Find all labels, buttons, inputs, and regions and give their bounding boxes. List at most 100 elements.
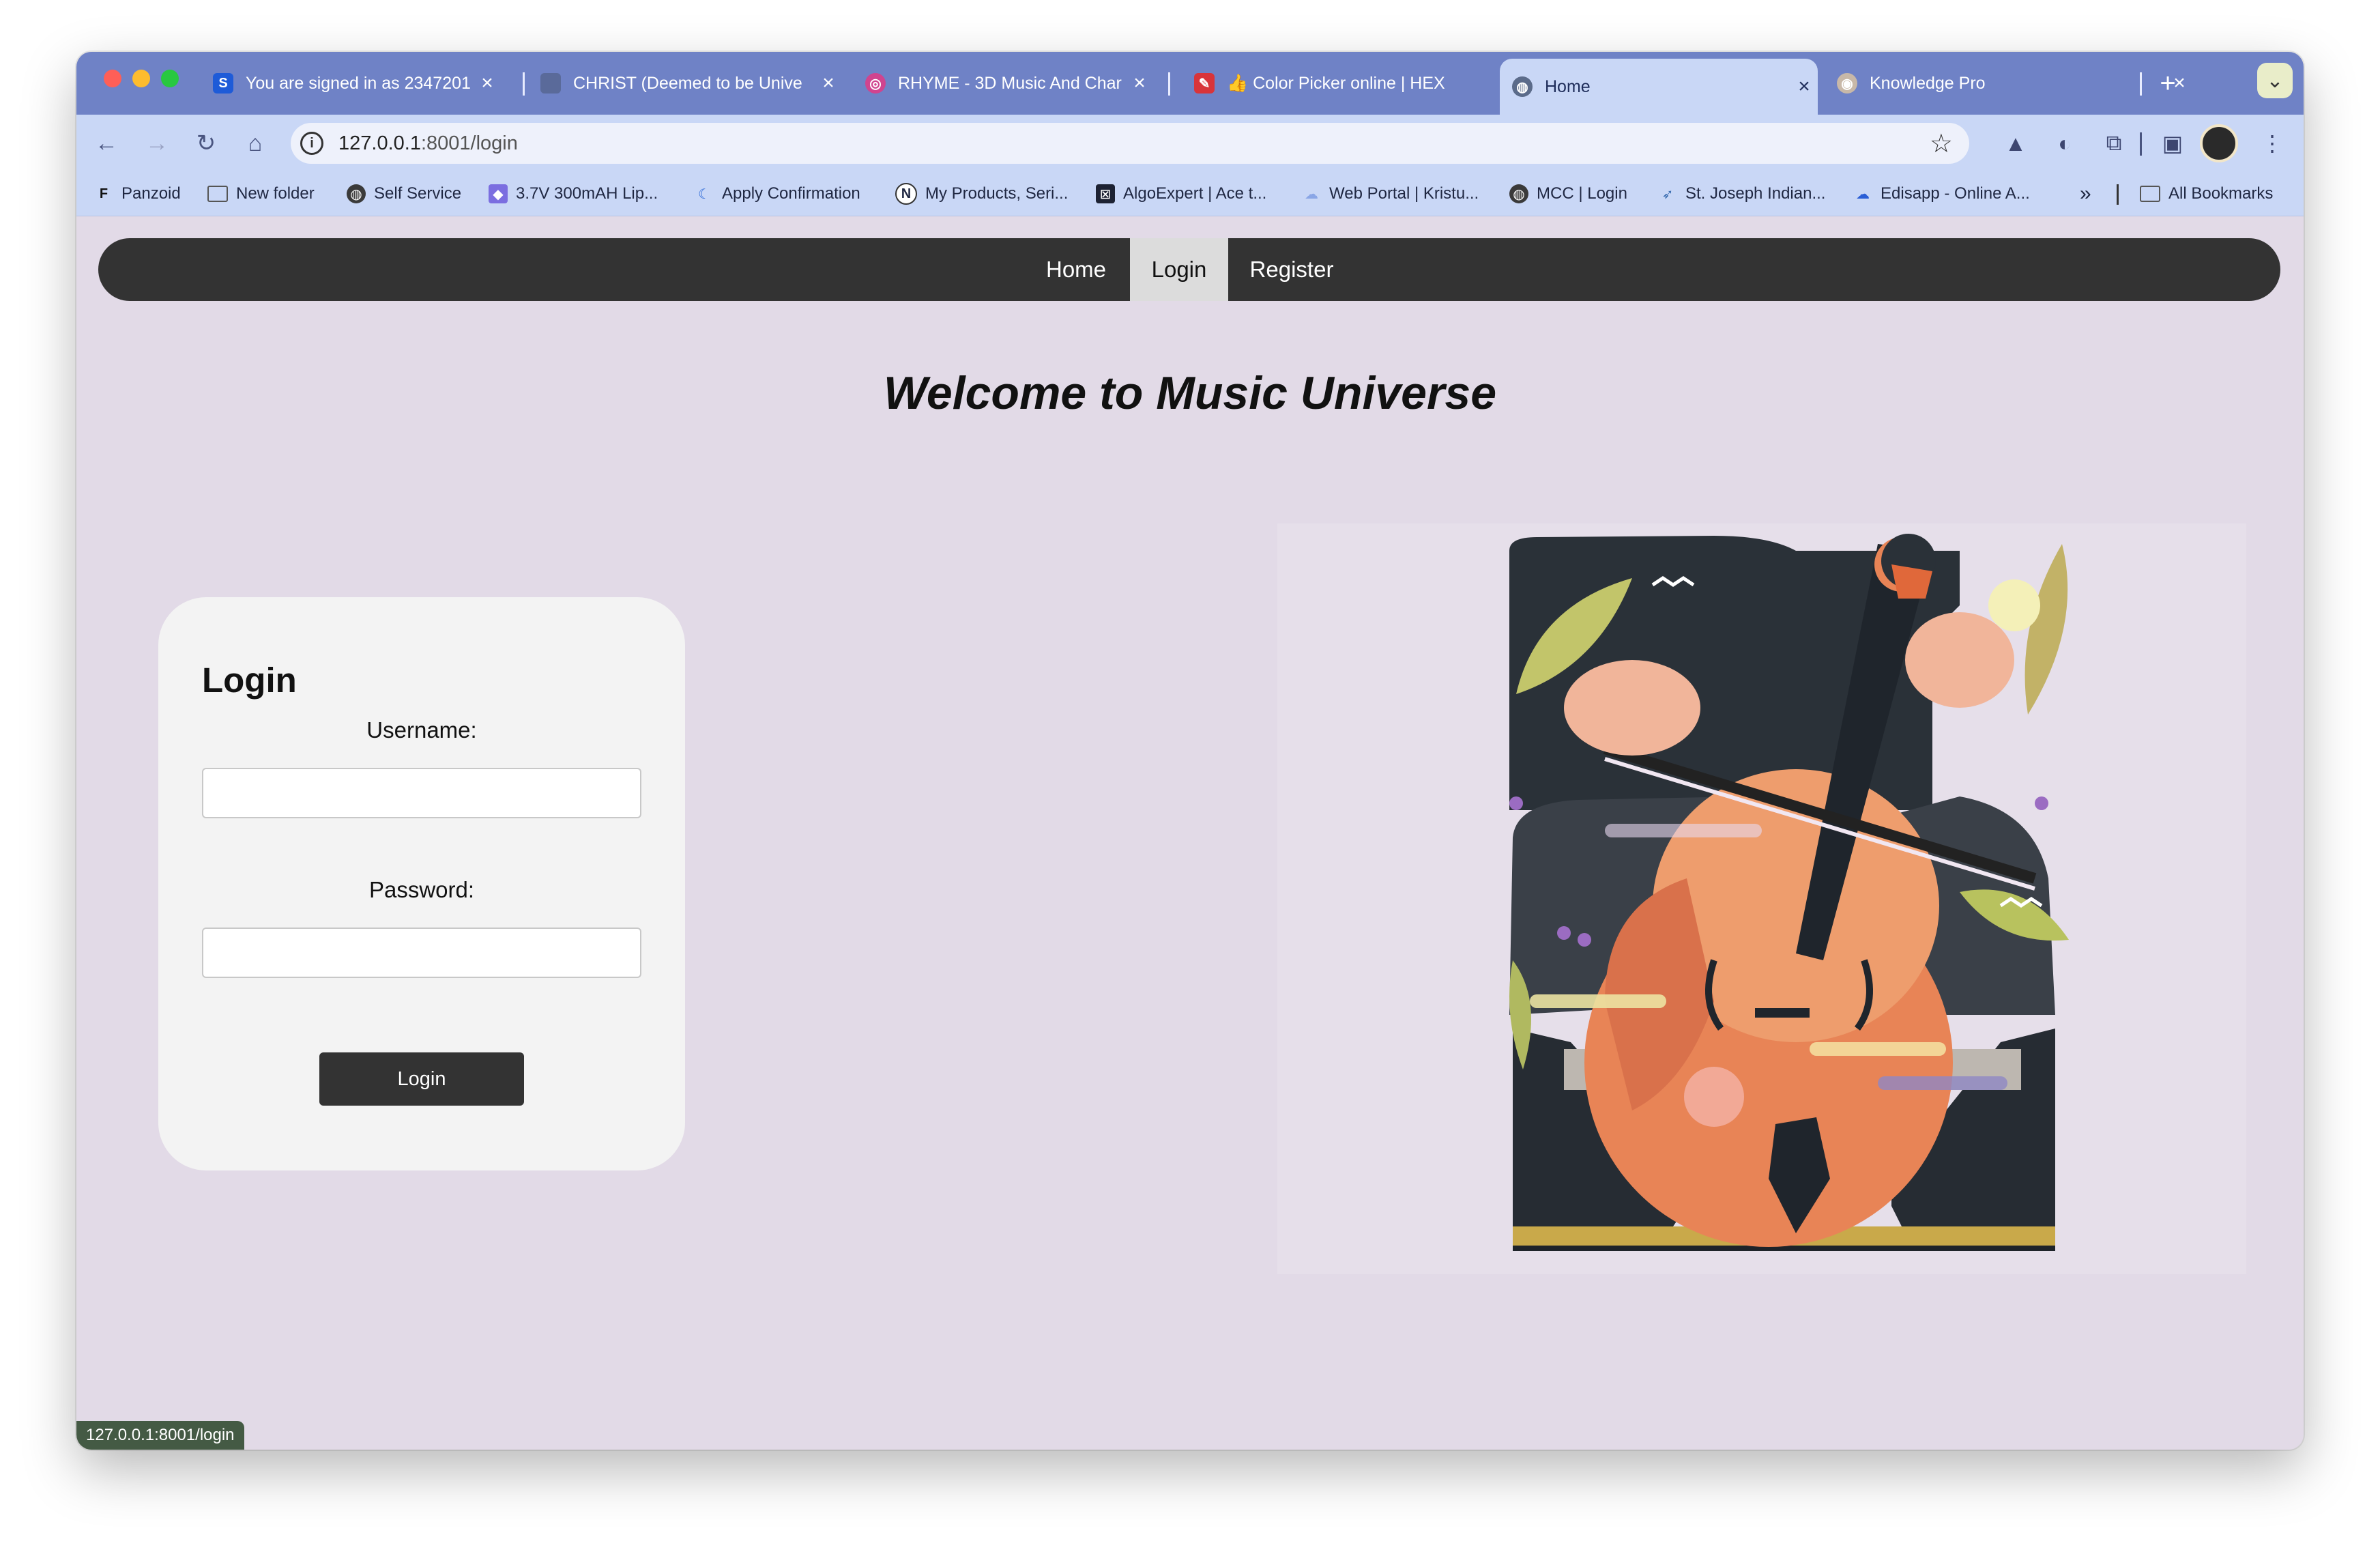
side-panel-icon[interactable]: ▣ bbox=[2158, 128, 2188, 158]
login-submit-button[interactable]: Login bbox=[319, 1052, 524, 1106]
close-tab-icon[interactable]: × bbox=[815, 72, 842, 95]
maximize-window-dot[interactable] bbox=[161, 70, 179, 87]
browser-toolbar: ← → ↻ ⌂ i 127.0.0.1:8001/login ☆ ▲ ◐ ⧉ ▣… bbox=[76, 115, 2304, 172]
bookmark-panzoid[interactable]: F Panzoid bbox=[94, 182, 181, 206]
tab-separator bbox=[1168, 72, 1170, 96]
tab-christ[interactable]: CHRIST (Deemed to be Unive × bbox=[528, 61, 842, 105]
close-tab-icon[interactable]: × bbox=[1126, 72, 1153, 95]
tab-rhyme[interactable]: ◎ RHYME - 3D Music And Char × bbox=[853, 61, 1153, 105]
minimize-window-dot[interactable] bbox=[132, 70, 150, 87]
bookmark-label: Panzoid bbox=[121, 184, 181, 203]
forward-arrow-icon[interactable]: → bbox=[141, 127, 173, 160]
extensions-puzzle-icon[interactable]: ⧉ bbox=[2099, 128, 2129, 158]
password-label: Password: bbox=[368, 877, 475, 902]
left-hand bbox=[1564, 660, 1700, 756]
reload-icon[interactable]: ↻ bbox=[190, 127, 222, 160]
address-bar[interactable]: i 127.0.0.1:8001/login ☆ bbox=[291, 123, 1969, 164]
browser-window: S You are signed in as 2347201 × CHRIST … bbox=[76, 52, 2304, 1450]
berry bbox=[1578, 933, 1591, 947]
bookmark-label: Apply Confirmation bbox=[722, 184, 860, 203]
orb-peach bbox=[1684, 1067, 1744, 1127]
status-bar-url: 127.0.0.1:8001/login bbox=[76, 1421, 244, 1450]
profile-avatar[interactable] bbox=[2200, 124, 2238, 162]
berry bbox=[2035, 796, 2048, 810]
home-icon[interactable]: ⌂ bbox=[239, 127, 272, 160]
tab-title: Home bbox=[1545, 76, 1591, 96]
bookmark-battery[interactable]: ◆ 3.7V 300mAH Lip... bbox=[489, 182, 658, 206]
bookmark-star-icon[interactable]: ☆ bbox=[1930, 128, 1953, 159]
n-logo-icon: N bbox=[895, 183, 917, 205]
bookmark-label: St. Joseph Indian... bbox=[1685, 184, 1826, 203]
ruby-icon: ☾ bbox=[698, 186, 710, 202]
globe-icon: ◍ bbox=[1509, 184, 1528, 203]
all-bookmarks[interactable]: All Bookmarks bbox=[2140, 182, 2273, 206]
tab-search-button[interactable]: ⌄ bbox=[2257, 63, 2293, 98]
login-card: Login Username: Password: Login bbox=[158, 597, 685, 1170]
bookmark-label: My Products, Seri... bbox=[925, 184, 1069, 203]
berry bbox=[1509, 796, 1523, 810]
globe-favicon-icon: ◍ bbox=[1512, 76, 1533, 97]
tab-title: You are signed in as 2347201 bbox=[246, 73, 471, 93]
s-favicon-icon: S bbox=[213, 73, 233, 94]
tab-separator bbox=[2140, 72, 2142, 96]
username-input[interactable] bbox=[202, 768, 641, 818]
nav-home-link[interactable]: Home bbox=[1025, 238, 1127, 301]
globe-icon: ◍ bbox=[347, 184, 366, 203]
color-picker-favicon-icon: ✎ bbox=[1194, 73, 1215, 94]
bookmark-my-products[interactable]: N My Products, Seri... bbox=[895, 182, 1068, 206]
nav-login-link[interactable]: Login bbox=[1130, 238, 1228, 301]
more-menu-icon[interactable]: ⋮ bbox=[2257, 128, 2287, 158]
tab-strip: S You are signed in as 2347201 × CHRIST … bbox=[76, 52, 2304, 115]
password-input[interactable] bbox=[202, 928, 641, 978]
bookmark-label: 3.7V 300mAH Lip... bbox=[516, 184, 658, 203]
right-hand bbox=[1905, 612, 2014, 708]
extension-circle-icon[interactable]: ◐ bbox=[2050, 128, 2080, 158]
drive-extension-icon[interactable]: ▲ bbox=[2001, 128, 2031, 158]
bookmark-self-service[interactable]: ◍ Self Service bbox=[347, 182, 461, 206]
tab-title: Knowledge Pro bbox=[1870, 73, 1986, 93]
back-arrow-icon[interactable]: ← bbox=[90, 127, 123, 160]
light-streak bbox=[1878, 1076, 2007, 1090]
tab-knowledge-pro[interactable]: ◉ Knowledge Pro × bbox=[1825, 61, 2193, 105]
bookmark-label: AlgoExpert | Ace t... bbox=[1123, 184, 1267, 203]
bookmark-edisapp[interactable]: ☁ Edisapp - Online A... bbox=[1853, 182, 2030, 206]
bookmark-algoexpert[interactable]: ⊠ AlgoExpert | Ace t... bbox=[1096, 182, 1266, 206]
light-streak bbox=[1810, 1042, 1946, 1056]
bookmark-st-joseph[interactable]: ➶ St. Joseph Indian... bbox=[1658, 182, 1826, 206]
tab-signed-in[interactable]: S You are signed in as 2347201 × bbox=[201, 61, 501, 105]
close-tab-icon[interactable]: × bbox=[474, 72, 501, 95]
bookmark-apply-confirmation[interactable]: ☾ Apply Confirmation bbox=[695, 182, 860, 206]
folder-icon bbox=[207, 186, 228, 202]
new-tab-button[interactable]: + bbox=[2151, 61, 2185, 105]
tab-separator bbox=[523, 72, 525, 96]
bookmarks-divider bbox=[2117, 184, 2119, 205]
cube-icon: ◆ bbox=[489, 184, 508, 203]
nav-register-link[interactable]: Register bbox=[1228, 238, 1355, 301]
bookmark-web-portal[interactable]: ☁ Web Portal | Kristu... bbox=[1302, 182, 1479, 206]
cloud-icon: ☁ bbox=[1856, 186, 1870, 202]
tab-title: RHYME - 3D Music And Char bbox=[898, 73, 1122, 93]
bookmark-label: All Bookmarks bbox=[2168, 184, 2274, 203]
url-host: 127.0.0.1 bbox=[338, 132, 421, 154]
bookmark-label: MCC | Login bbox=[1537, 184, 1627, 203]
panzoid-icon: F bbox=[99, 186, 108, 201]
url-path: :8001/login bbox=[420, 132, 518, 154]
login-title: Login bbox=[202, 661, 297, 700]
bookmark-label: Self Service bbox=[374, 184, 462, 203]
toolbar-divider bbox=[2140, 132, 2142, 156]
site-info-icon[interactable]: i bbox=[300, 132, 323, 155]
light-streak bbox=[1530, 994, 1666, 1008]
bookmark-new-folder[interactable]: New folder bbox=[207, 182, 315, 206]
bookmarks-overflow-chevron[interactable]: » bbox=[2080, 182, 2091, 206]
rhyme-favicon-icon: ◎ bbox=[865, 73, 886, 94]
light-streak bbox=[1605, 824, 1762, 837]
close-window-dot[interactable] bbox=[104, 70, 121, 87]
page-content: Home Login Register Welcome to Music Uni… bbox=[76, 216, 2304, 1450]
close-tab-icon[interactable]: × bbox=[1790, 75, 1818, 98]
tab-home[interactable]: ◍ Home × bbox=[1500, 59, 1818, 115]
bookmark-label: Web Portal | Kristu... bbox=[1329, 184, 1479, 203]
tab-title: CHRIST (Deemed to be Unive bbox=[573, 73, 802, 93]
bookmark-mcc-login[interactable]: ◍ MCC | Login bbox=[1509, 182, 1627, 206]
moon-orb bbox=[1988, 579, 2040, 631]
berry bbox=[1557, 926, 1571, 940]
